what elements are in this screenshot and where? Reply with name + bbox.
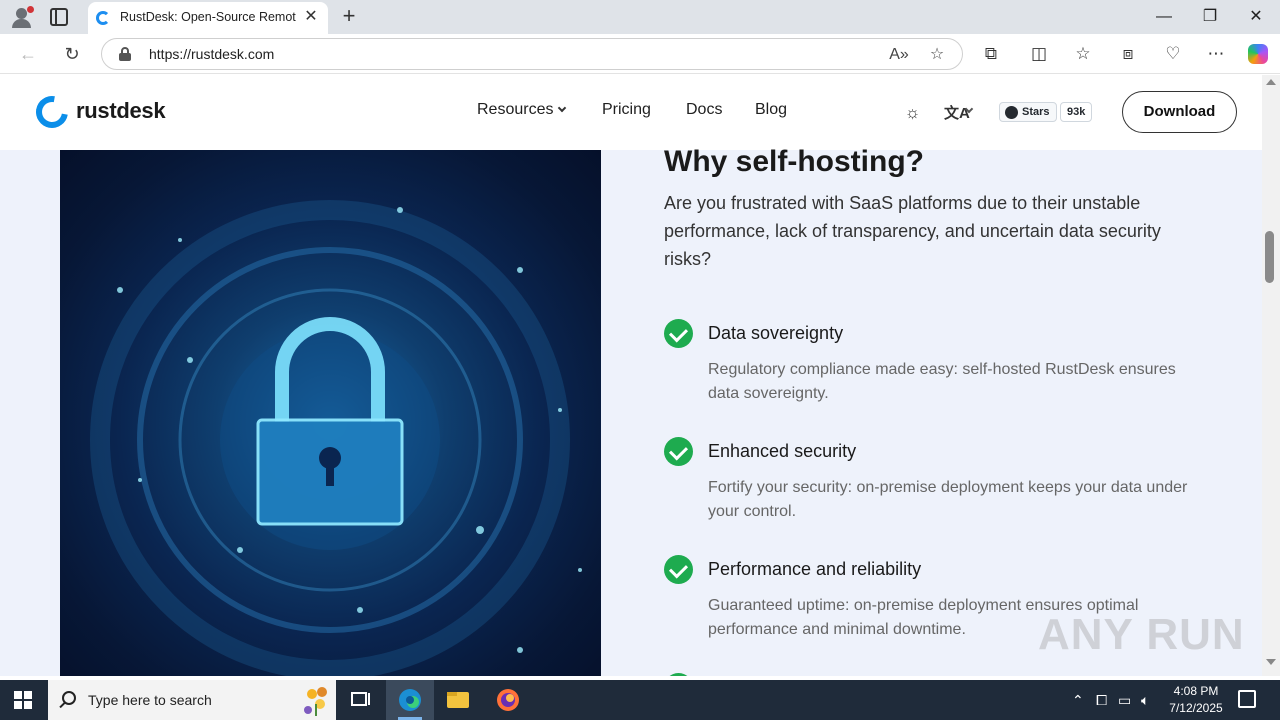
theme-toggle-sun-icon[interactable]: ☼ xyxy=(904,104,921,121)
network-icon[interactable]: ▭ xyxy=(1118,692,1131,709)
site-logo-text[interactable]: rustdesk xyxy=(76,98,166,124)
tab-title: RustDesk: Open-Source Remote D xyxy=(120,10,296,24)
notifications-icon[interactable] xyxy=(1238,690,1256,708)
feature-title-data-sovereignty: Data sovereignty xyxy=(708,323,844,343)
split-screen-icon[interactable]: ◫ xyxy=(1028,43,1050,65)
tray-chevron-up-icon[interactable]: ⌃ xyxy=(1072,692,1084,709)
address-bar[interactable]: https://rustdesk.com A» ☆ xyxy=(101,38,963,70)
taskbar-search-placeholder: Type here to search xyxy=(88,692,212,708)
check-circle-icon xyxy=(664,437,693,466)
nav-resources[interactable]: Resources xyxy=(477,101,567,119)
feature-title-enhanced-security: Enhanced security xyxy=(708,441,857,461)
browser-tab-rustdesk[interactable]: RustDesk: Open-Source Remote D ✕ xyxy=(88,2,328,34)
taskbar-clock[interactable]: 4:08 PM 7/12/2025 xyxy=(1164,683,1228,717)
profile-icon[interactable] xyxy=(10,6,34,28)
browser-tab-bar: RustDesk: Open-Source Remote D ✕ + — ❐ ✕ xyxy=(0,0,1280,34)
clock-time: 4:08 PM xyxy=(1173,684,1219,698)
volume-icon[interactable]: 🔈︎ xyxy=(1141,692,1149,709)
scroll-down-arrow-icon[interactable] xyxy=(1266,659,1276,665)
rustdesk-favicon-icon xyxy=(96,11,110,25)
site-header: rustdesk Resources Pricing Docs Blog ☼ 文… xyxy=(0,75,1262,150)
scroll-thumb[interactable] xyxy=(1265,231,1274,283)
rustdesk-logo-icon[interactable] xyxy=(29,89,75,135)
security-lock-hero-image xyxy=(60,150,601,676)
section-title: Why self-hosting? xyxy=(664,145,924,178)
nav-docs[interactable]: Docs xyxy=(686,101,722,119)
refresh-icon[interactable]: ↻ xyxy=(60,42,84,66)
close-window-button[interactable]: ✕ xyxy=(1244,6,1268,28)
url-text[interactable]: https://rustdesk.com xyxy=(149,46,274,62)
minimize-button[interactable]: — xyxy=(1152,6,1176,28)
section-intro: Are you frustrated with SaaS platforms d… xyxy=(664,193,1161,269)
back-icon[interactable]: ← xyxy=(16,42,40,66)
more-menu-icon[interactable]: ⋯ xyxy=(1205,43,1227,65)
windows-taskbar: Type here to search ⌃ ⧠ ▭ 🔈︎ 4:08 PM 7/1… xyxy=(0,680,1280,720)
firefox-icon[interactable] xyxy=(484,680,532,720)
browser-essentials-icon[interactable]: ♡ xyxy=(1162,43,1184,65)
extensions-icon[interactable]: ⧉ xyxy=(980,43,1002,65)
check-circle-icon xyxy=(664,673,693,676)
maximize-button[interactable]: ❐ xyxy=(1198,6,1222,28)
collections-icon[interactable]: ⧈ xyxy=(1117,43,1139,65)
tab-actions-icon[interactable] xyxy=(50,8,68,26)
chevron-down-icon xyxy=(558,103,567,113)
feature-title-performance: Performance and reliability xyxy=(708,559,922,579)
windows-start-icon[interactable] xyxy=(14,691,32,709)
language-icon[interactable]: 文A xyxy=(944,102,970,123)
nav-pricing[interactable]: Pricing xyxy=(602,101,651,119)
feature-desc-enhanced-security: Fortify your security: on-premise deploy… xyxy=(708,479,1188,520)
nav-blog[interactable]: Blog xyxy=(755,101,787,119)
page-viewport: rustdesk Resources Pricing Docs Blog ☼ 文… xyxy=(0,75,1262,676)
scroll-up-arrow-icon[interactable] xyxy=(1266,79,1276,85)
feature-desc-data-sovereignty: Regulatory compliance made easy: self-ho… xyxy=(708,361,1176,402)
taskbar-search-box[interactable]: Type here to search xyxy=(48,680,336,720)
search-icon xyxy=(62,691,76,705)
search-highlight-flowers-icon xyxy=(304,687,327,716)
file-explorer-icon[interactable] xyxy=(434,680,482,720)
site-info-lock-icon[interactable] xyxy=(118,47,132,61)
github-stars-count[interactable]: 93k xyxy=(1060,102,1093,122)
tray-device-icon[interactable]: ⧠ xyxy=(1096,692,1107,709)
anyrun-watermark: ANY RUN xyxy=(1038,610,1245,659)
download-button[interactable]: Download xyxy=(1122,91,1237,133)
favorites-icon[interactable]: ☆ xyxy=(1072,43,1094,65)
copilot-icon[interactable] xyxy=(1248,44,1268,64)
read-aloud-icon[interactable]: A» xyxy=(888,44,910,66)
check-circle-icon xyxy=(664,555,693,584)
new-tab-button[interactable]: + xyxy=(338,4,360,28)
github-stars-button[interactable]: Stars xyxy=(999,102,1057,122)
page-scrollbar[interactable] xyxy=(1262,75,1280,676)
padlock-illustration xyxy=(90,200,582,676)
task-view-icon[interactable] xyxy=(336,680,384,720)
tab-close-icon[interactable]: ✕ xyxy=(302,8,320,26)
clock-date: 7/12/2025 xyxy=(1169,701,1223,715)
browser-toolbar: ← ↻ https://rustdesk.com A» ☆ ⧉ ◫ ☆ ⧈ ♡ … xyxy=(0,34,1280,74)
favorite-star-icon[interactable]: ☆ xyxy=(926,44,948,66)
check-circle-icon xyxy=(664,319,693,348)
github-icon xyxy=(1005,106,1018,119)
edge-taskbar-icon[interactable] xyxy=(386,680,434,720)
